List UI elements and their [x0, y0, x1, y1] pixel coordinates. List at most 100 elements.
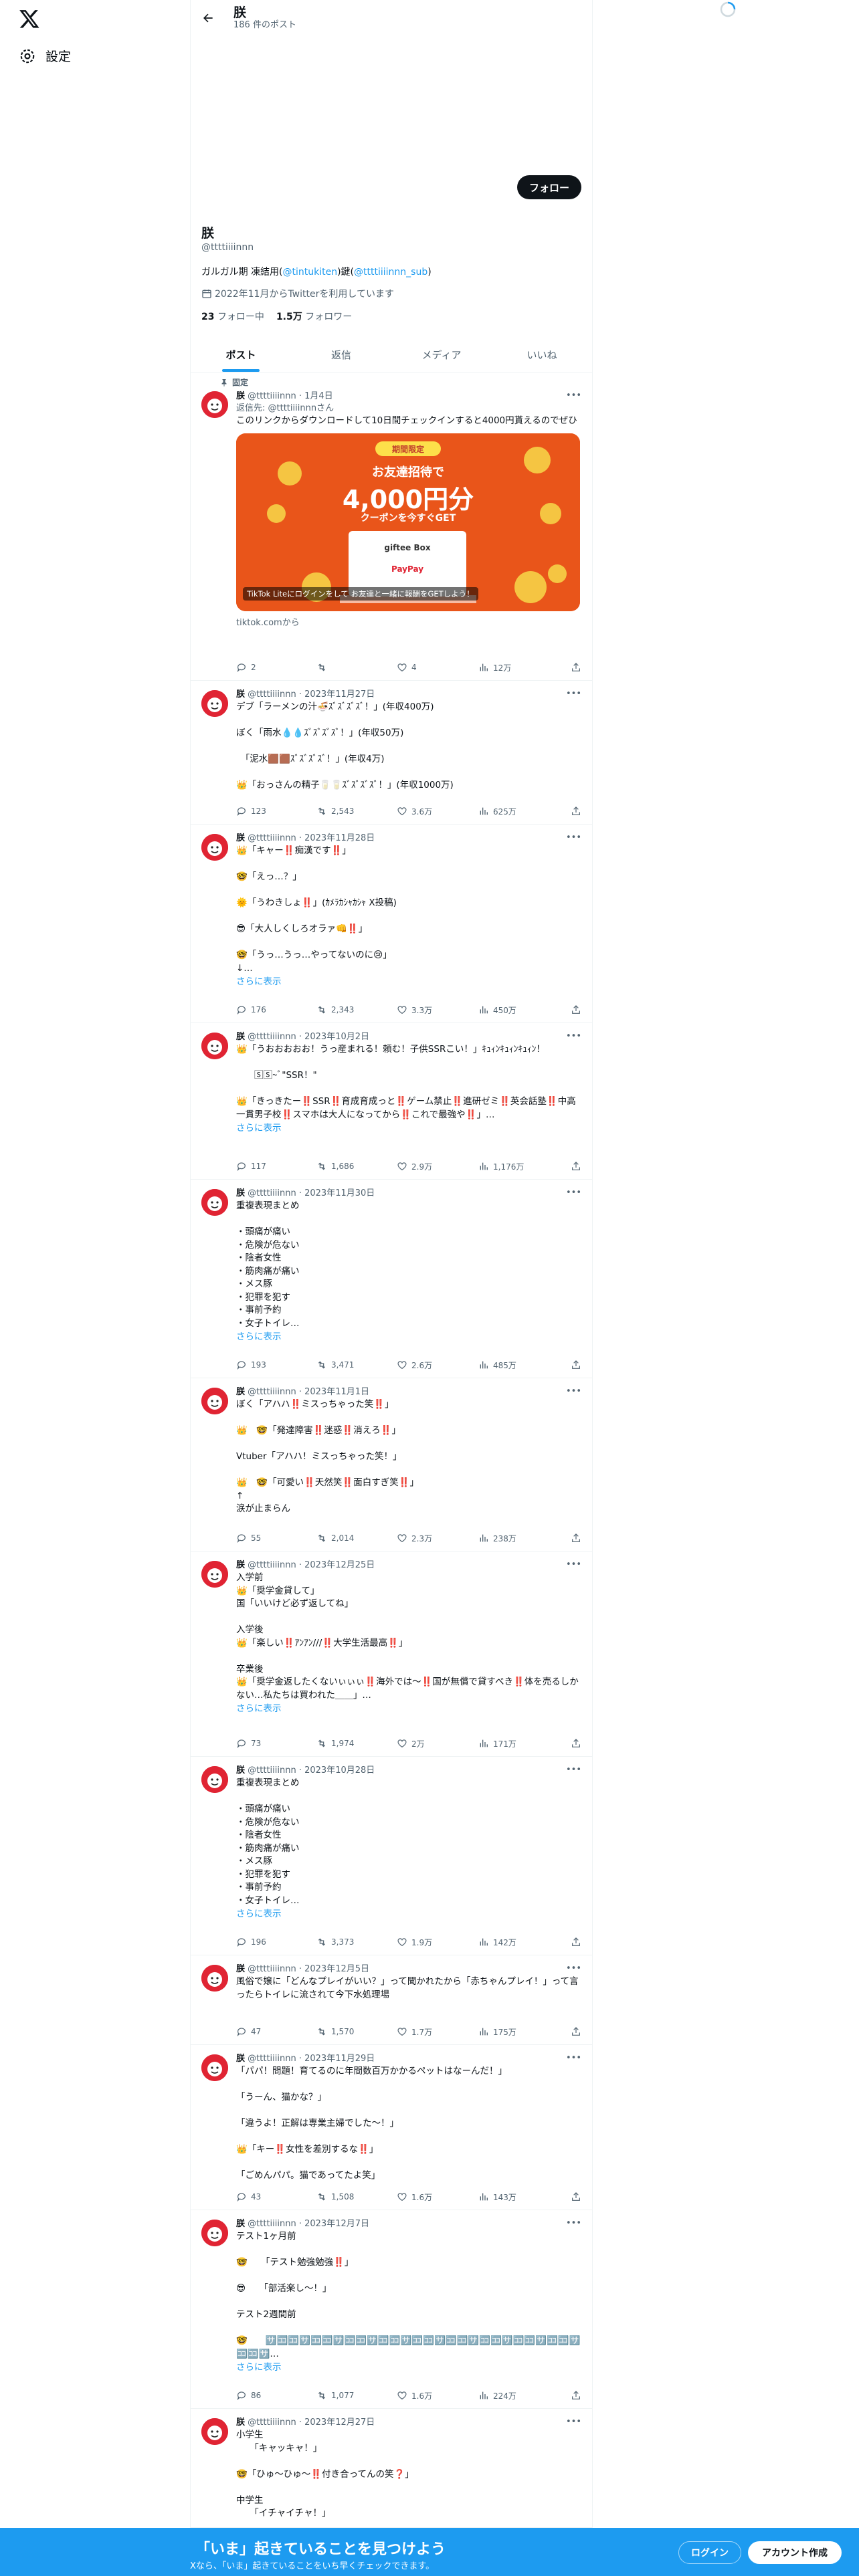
avatar[interactable] [201, 834, 228, 861]
views-button[interactable]: 625万 [478, 805, 560, 817]
share-button[interactable] [571, 2026, 581, 2038]
tab-posts[interactable]: ポスト [191, 337, 291, 372]
retweet-button[interactable]: 1,077 [316, 2389, 397, 2401]
like-button[interactable]: 1.6万 [397, 2389, 478, 2401]
tab-likes[interactable]: いいね [492, 337, 592, 372]
retweet-button[interactable]: 1,686 [316, 1160, 397, 1172]
share-button[interactable] [571, 2191, 581, 2203]
views-button[interactable]: 171万 [478, 1737, 560, 1749]
author-name[interactable]: 朕 [236, 1188, 245, 1198]
retweet-button[interactable]: 1,974 [316, 1737, 397, 1749]
tweet[interactable]: 朕 @ttttiiiinnn · 2023年10月28日 ••• 重複表現まとめ ・… [191, 1757, 592, 1955]
link-card-image[interactable]: 期間限定 お友達招待で 4,000円分 クーポンを今すぐGET giftee B… [236, 433, 580, 611]
views-button[interactable]: 238万 [478, 1532, 560, 1544]
more-options-icon[interactable]: ••• [566, 2053, 581, 2063]
tweet[interactable]: 朕 @ttttiiiinnn · 2023年10月2日 ••• 👑「うおおおおお！う… [191, 1023, 592, 1180]
views-button[interactable]: 143万 [478, 2191, 560, 2203]
tweet[interactable]: 朕 @ttttiiiinnn · 2023年11月1日 ••• ぼく「アハハ‼️ミス… [191, 1378, 592, 1551]
reply-button[interactable]: 196 [236, 1936, 316, 1948]
author-name[interactable]: 朕 [236, 833, 245, 843]
more-options-icon[interactable]: ••• [566, 1765, 581, 1775]
views-button[interactable]: 175万 [478, 2026, 560, 2038]
like-button[interactable]: 1.6万 [397, 2191, 478, 2203]
reply-button[interactable]: 2 [236, 661, 316, 673]
share-button[interactable] [571, 1160, 581, 1172]
share-button[interactable] [571, 1936, 581, 1948]
avatar[interactable] [201, 391, 228, 418]
views-button[interactable]: 1,176万 [478, 1160, 560, 1172]
show-more-link[interactable]: さらに表示 [236, 975, 581, 988]
avatar[interactable] [201, 1189, 228, 1216]
reply-button[interactable]: 193 [236, 1359, 316, 1371]
avatar[interactable] [201, 1965, 228, 1992]
avatar[interactable] [201, 1033, 228, 1059]
signup-button[interactable]: アカウント作成 [748, 2541, 842, 2564]
retweet-button[interactable]: 3,373 [316, 1936, 397, 1948]
followers-link[interactable]: 1.5万 フォロワー [276, 310, 352, 323]
share-button[interactable] [571, 1532, 581, 1544]
following-link[interactable]: 23 フォロー中 [201, 310, 264, 323]
show-more-link[interactable]: さらに表示 [236, 2361, 581, 2374]
more-options-icon[interactable]: ••• [566, 833, 581, 843]
avatar[interactable] [201, 2220, 228, 2246]
reply-button[interactable]: 176 [236, 1004, 316, 1016]
author-name[interactable]: 朕 [236, 1032, 245, 1042]
avatar[interactable] [201, 690, 228, 717]
author-name[interactable]: 朕 [236, 2219, 245, 2229]
show-more-link[interactable]: さらに表示 [236, 1907, 581, 1921]
like-button[interactable]: 1.9万 [397, 1936, 478, 1948]
retweet-button[interactable]: 2,014 [316, 1532, 397, 1544]
tweet[interactable]: 朕 @ttttiiiinnn · 2023年11月27日 ••• デブ「ラーメンの汁… [191, 681, 592, 825]
avatar[interactable] [201, 2418, 228, 2445]
more-options-icon[interactable]: ••• [566, 391, 581, 401]
reply-button[interactable]: 117 [236, 1160, 316, 1172]
like-button[interactable]: 3.3万 [397, 1004, 478, 1016]
views-button[interactable]: 450万 [478, 1004, 560, 1016]
bio-mention-link[interactable]: @tintukiten [283, 267, 338, 278]
like-button[interactable]: 1.7万 [397, 2026, 478, 2038]
share-button[interactable] [571, 1004, 581, 1016]
share-button[interactable] [571, 1359, 581, 1371]
like-button[interactable]: 4 [397, 661, 478, 673]
views-button[interactable]: 224万 [478, 2389, 560, 2401]
share-button[interactable] [571, 805, 581, 817]
more-options-icon[interactable]: ••• [566, 2417, 581, 2427]
like-button[interactable]: 2万 [397, 1737, 478, 1749]
retweet-button[interactable]: 1,570 [316, 2026, 397, 2038]
follow-button[interactable]: フォロー [516, 175, 581, 199]
back-button[interactable] [197, 7, 219, 29]
author-name[interactable]: 朕 [236, 391, 245, 401]
show-more-link[interactable]: さらに表示 [236, 1121, 581, 1135]
card-source[interactable]: tiktok.comから [236, 615, 581, 628]
reply-button[interactable]: 47 [236, 2026, 316, 2038]
tweet[interactable]: 朕 @ttttiiiinnn · 2023年12月7日 ••• テスト1ヶ月前 🤓 … [191, 2210, 592, 2409]
retweet-button[interactable]: 3,471 [316, 1359, 397, 1371]
views-button[interactable]: 12万 [478, 661, 560, 673]
avatar[interactable] [201, 1561, 228, 1588]
author-name[interactable]: 朕 [236, 1560, 245, 1570]
more-options-icon[interactable]: ••• [566, 1560, 581, 1570]
share-button[interactable] [571, 2389, 581, 2401]
more-options-icon[interactable]: ••• [566, 1963, 581, 1973]
avatar[interactable] [201, 1388, 228, 1414]
tweet[interactable]: 朕 @ttttiiiinnn · 2023年12月25日 ••• 入学前 👑「奨学金… [191, 1551, 592, 1757]
reply-button[interactable]: 43 [236, 2191, 316, 2203]
author-name[interactable]: 朕 [236, 2418, 245, 2428]
avatar[interactable] [201, 2054, 228, 2081]
x-logo-icon[interactable] [19, 8, 40, 29]
author-name[interactable]: 朕 [236, 689, 245, 700]
tweet-pinned[interactable]: 固定 朕 @ttttiiiinnn · 1月4日 ••• 返信先: @tttti… [191, 372, 592, 681]
show-more-link[interactable]: さらに表示 [236, 1702, 581, 1715]
retweet-button[interactable]: 2,543 [316, 805, 397, 817]
more-options-icon[interactable]: ••• [566, 689, 581, 699]
views-button[interactable]: 142万 [478, 1936, 560, 1948]
settings-link[interactable]: 設定 [19, 47, 71, 65]
avatar[interactable] [201, 1766, 228, 1793]
share-button[interactable] [571, 1737, 581, 1749]
show-more-link[interactable]: さらに表示 [236, 1330, 581, 1344]
more-options-icon[interactable]: ••• [566, 2218, 581, 2228]
bio-mention-link[interactable]: @ttttiiiinnn_sub [354, 267, 427, 278]
retweet-button[interactable]: 1,508 [316, 2191, 397, 2203]
tweet[interactable]: 朕 @ttttiiiinnn · 2023年12月27日 ••• 小学生 「キャッキ… [191, 2409, 592, 2528]
tab-media[interactable]: メディア [391, 337, 492, 372]
